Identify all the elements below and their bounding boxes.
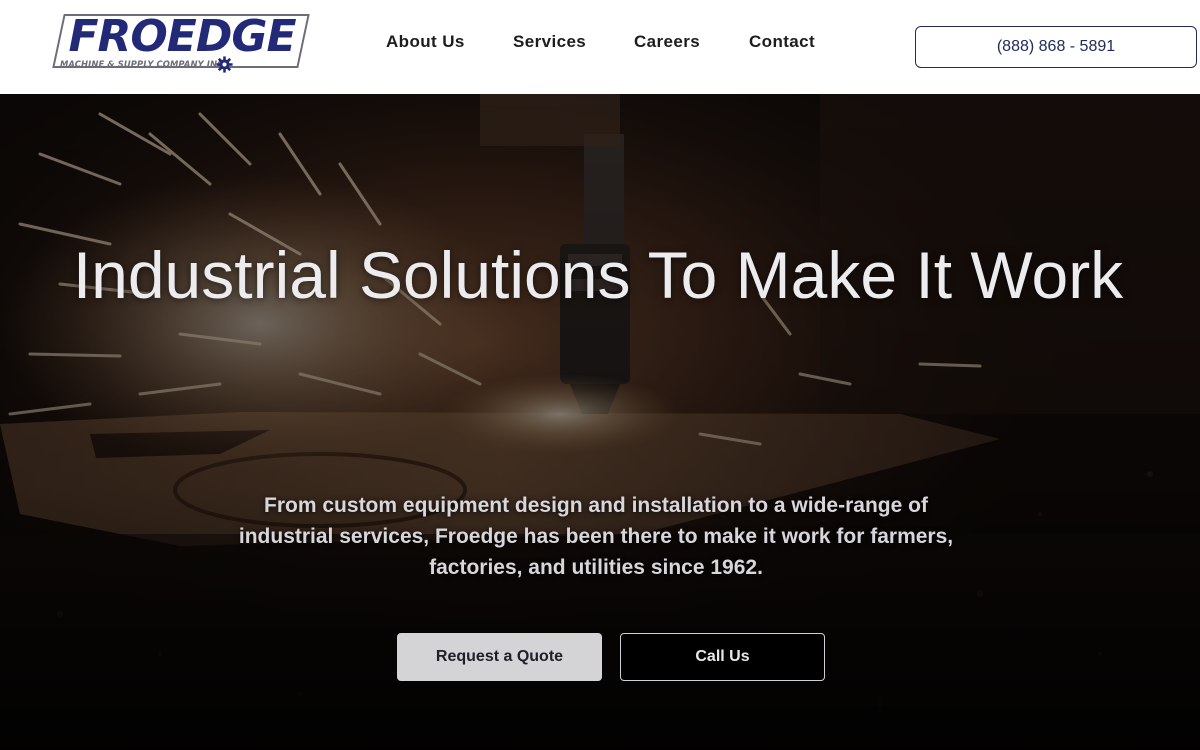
logo-wordmark: FROEDGE: [68, 11, 296, 62]
froedge-logo[interactable]: FROEDGE MACHINE & SUPPLY COMPANY INC: [52, 11, 310, 76]
nav-careers[interactable]: Careers: [634, 32, 700, 52]
logo-tagline: MACHINE & SUPPLY COMPANY INC: [60, 59, 224, 69]
nav-contact[interactable]: Contact: [749, 32, 815, 52]
nav-services[interactable]: Services: [513, 32, 586, 52]
request-quote-button[interactable]: Request a Quote: [397, 633, 602, 681]
hero-description: From custom equipment design and install…: [238, 494, 954, 579]
nav-about-us[interactable]: About Us: [386, 32, 465, 52]
call-us-button[interactable]: Call Us: [620, 633, 825, 681]
site-header: FROEDGE MACHINE & SUPPLY COMPANY INC Abo…: [0, 0, 1200, 94]
hero-title: Industrial Solutions To Make It Work: [72, 238, 1124, 312]
gear-icon: [216, 56, 233, 73]
phone-button[interactable]: (888) 868 - 5891: [915, 26, 1197, 68]
hero-section: Industrial Solutions To Make It Work Fro…: [0, 94, 1200, 750]
